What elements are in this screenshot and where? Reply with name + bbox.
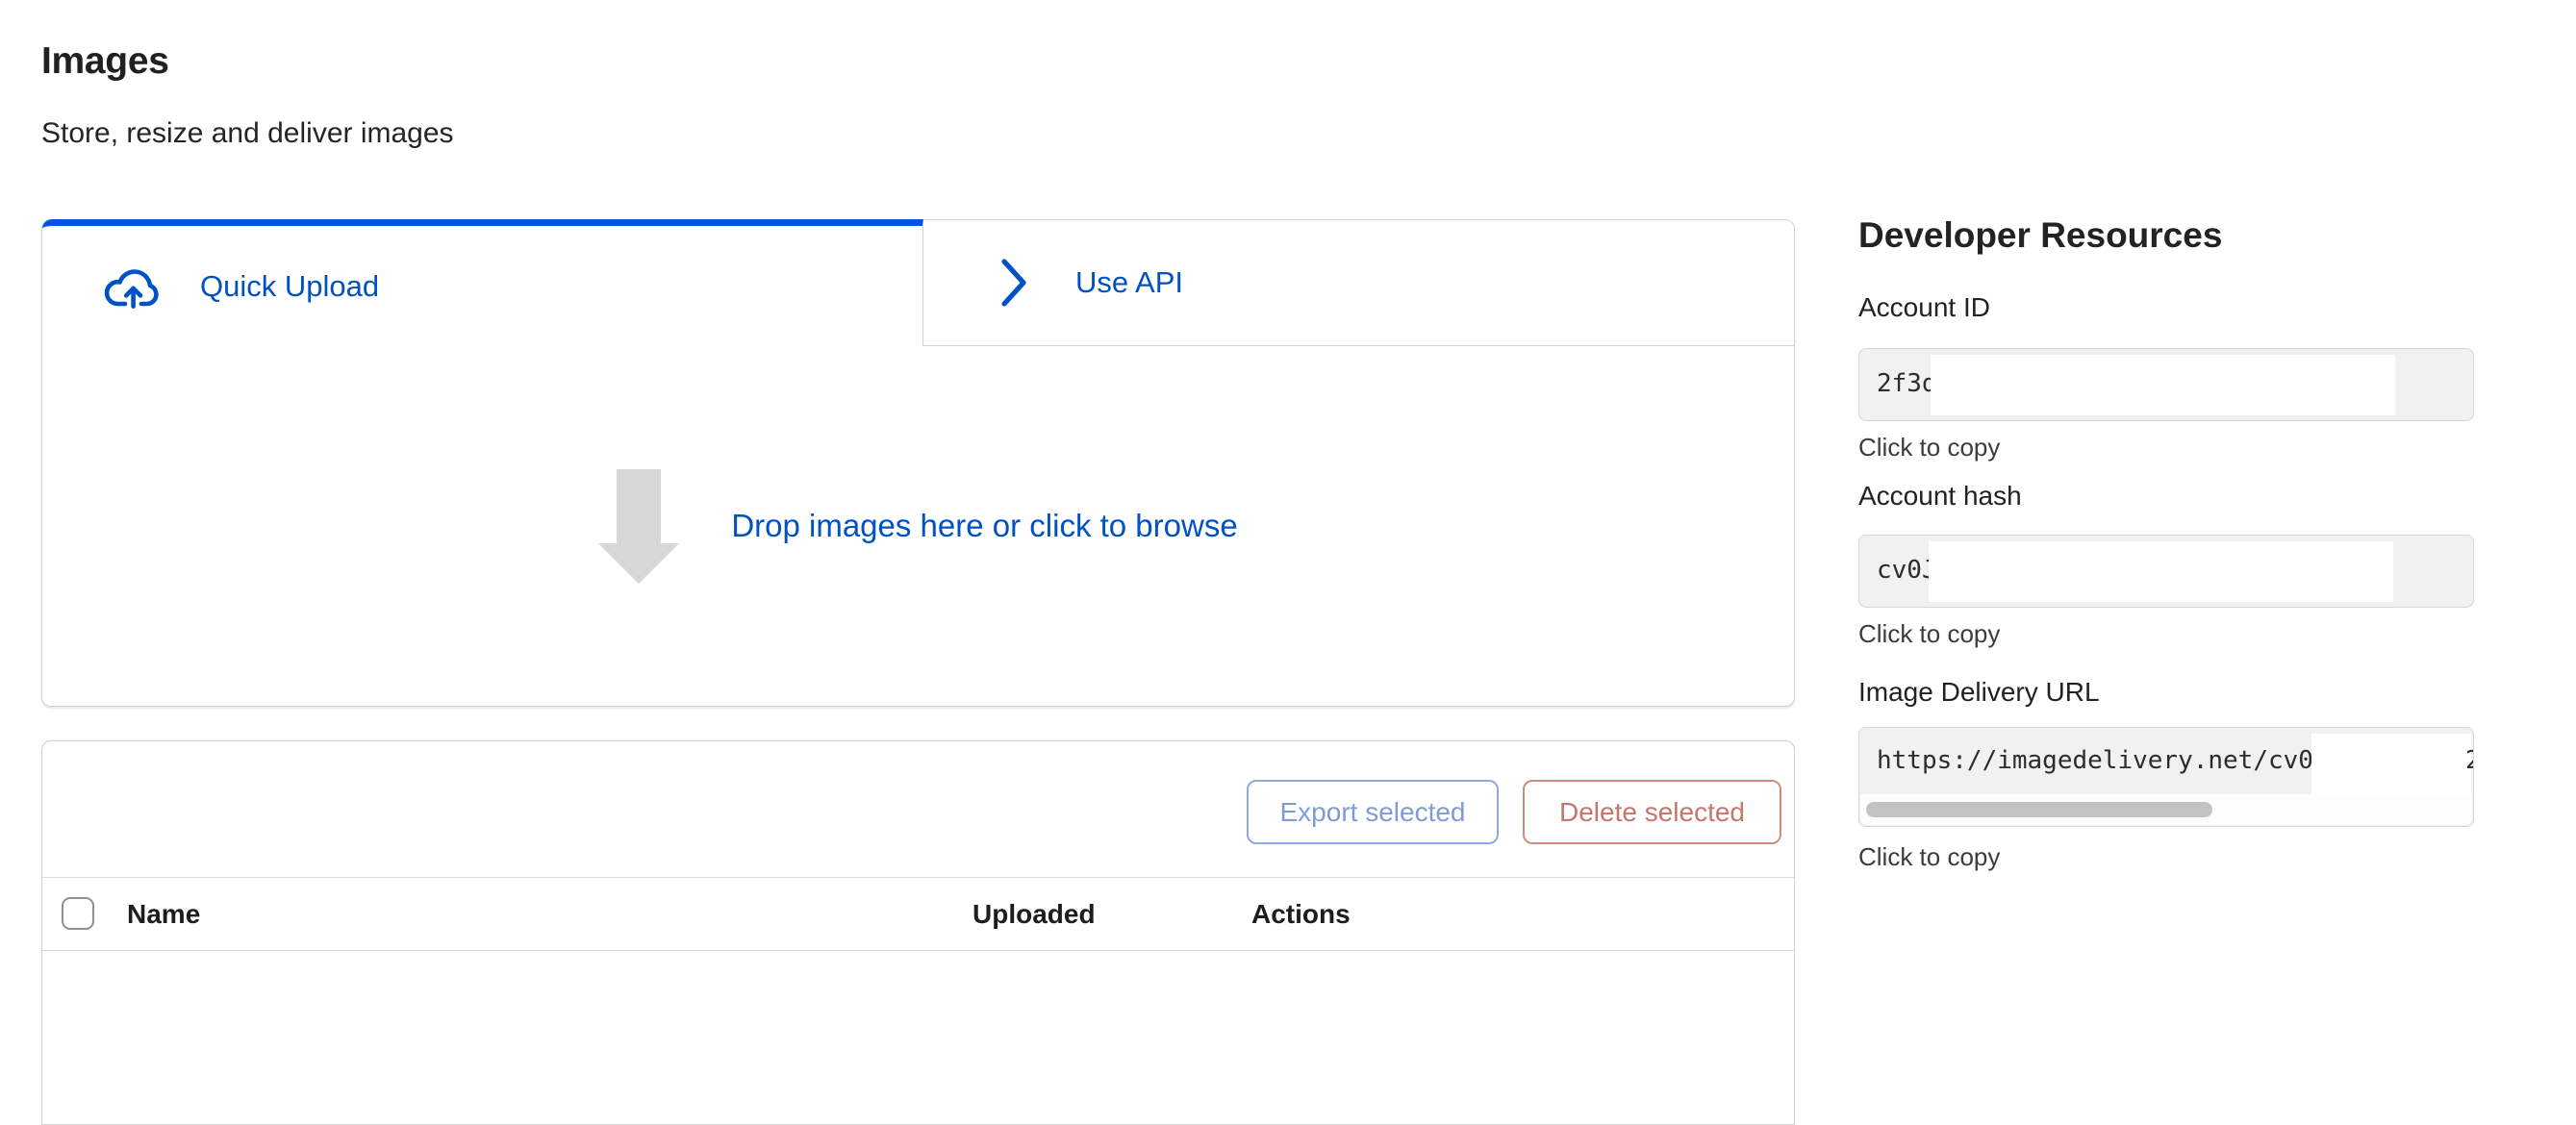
table-header-row: Name Uploaded Actions [42,877,1794,951]
account-hash-label: Account hash [1858,481,2022,512]
horizontal-scrollbar-thumb[interactable] [1866,802,2212,817]
export-selected-button[interactable]: Export selected [1247,780,1499,844]
image-delivery-url-value: https://imagedelivery.net/cv0JSj [1877,746,2359,775]
horizontal-scrollbar-track [1860,794,2472,825]
image-delivery-url-value-box[interactable]: https://imagedelivery.net/cv0JSj 2 [1858,727,2474,827]
image-list-card: Export selected Delete selected Name Upl… [41,740,1795,1125]
cloud-upload-icon [102,262,165,311]
column-header-uploaded: Uploaded [972,899,1096,930]
tab-quick-upload[interactable]: Quick Upload [42,219,923,346]
drop-zone-label: Drop images here or click to browse [731,508,1237,544]
page-title: Images [41,40,169,83]
redaction-overlay [2311,734,2471,795]
image-delivery-url-label: Image Delivery URL [1858,677,2100,708]
account-hash-value-box[interactable]: cv0J [1858,535,2474,608]
account-id-copy-hint: Click to copy [1858,433,2000,462]
redaction-overlay [1931,355,2395,415]
upload-panel: Quick Upload Use API Drop images here or… [41,219,1795,707]
delete-selected-button[interactable]: Delete selected [1523,780,1781,844]
image-drop-zone[interactable]: Drop images here or click to browse [42,346,1794,705]
account-id-value-box[interactable]: 2f3d [1858,348,2474,421]
image-delivery-url-tail-fragment: 2 [2465,746,2474,775]
image-delivery-url-copy-hint: Click to copy [1858,842,2000,872]
account-id-value: 2f3d [1877,369,1937,398]
tab-quick-upload-label: Quick Upload [200,269,379,304]
tab-use-api-label: Use API [1075,265,1183,300]
tab-use-api[interactable]: Use API [923,219,1794,346]
arrow-down-icon [598,469,679,583]
column-header-actions: Actions [1251,899,1351,930]
tab-bar: Quick Upload Use API [42,219,1794,346]
column-header-name: Name [127,899,200,930]
account-hash-copy-hint: Click to copy [1858,619,2000,649]
developer-resources-title: Developer Resources [1858,215,2222,256]
redaction-overlay [1929,541,2393,602]
select-all-checkbox[interactable] [62,897,94,930]
page-subtitle: Store, resize and deliver images [41,117,454,150]
account-id-label: Account ID [1858,292,1990,323]
chevron-right-icon [997,258,1031,308]
